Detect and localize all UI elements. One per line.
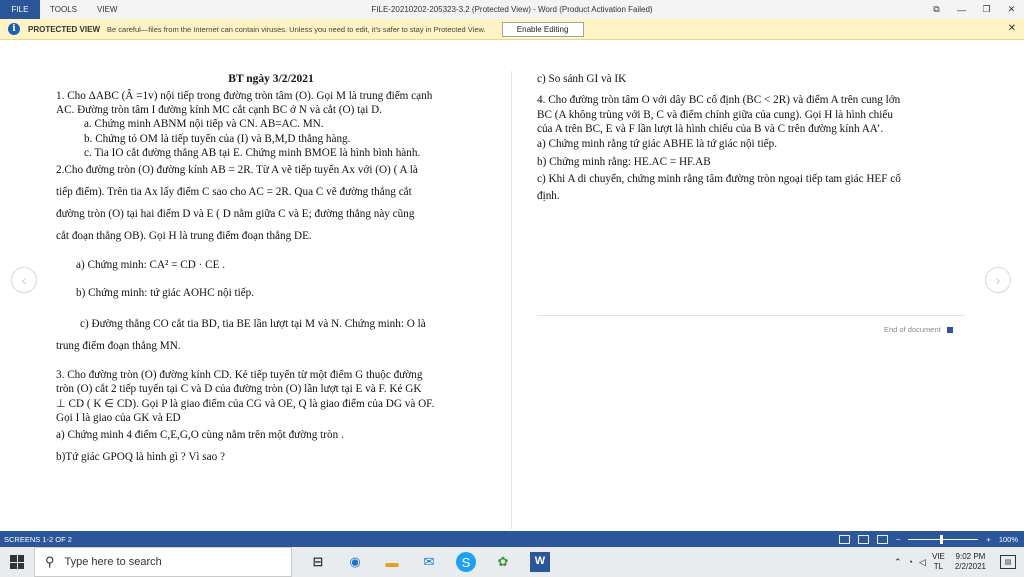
clock[interactable]: 9:02 PM 2/2/2021 xyxy=(955,552,986,573)
previous-screen-button[interactable]: ‹ xyxy=(11,267,37,293)
document-title: BT ngày 3/2/2021 xyxy=(228,73,314,85)
problem-4-line: 4. Cho đường tròn tâm O với dây BC cố đị… xyxy=(537,94,901,107)
problem-1-part-c: c. Tia IO cắt đường thẳng AB tại E. Chứn… xyxy=(84,147,421,160)
end-of-document-rule xyxy=(537,315,965,316)
problem-2-line: 2.Cho đường tròn (O) đường kính AB = 2R.… xyxy=(56,164,418,177)
document-area[interactable]: ‹ › BT ngày 3/2/2021 1. Cho ΔABC (Â =1v)… xyxy=(0,41,1024,531)
skype-icon[interactable]: S xyxy=(456,552,476,572)
problem-3-part-b: b)Tứ giác GPOQ là hình gì ? Vì sao ? xyxy=(56,451,225,464)
problem-4-line: BC (A không trùng với B, C và điểm chính… xyxy=(537,108,893,121)
problem-4-part-a: a) Chứng minh rằng tứ giác ABHE là tứ gi… xyxy=(537,138,778,151)
chevron-left-icon: ‹ xyxy=(21,272,27,288)
problem-2-part-b: b) Chứng minh: tứ giác AOHC nội tiếp. xyxy=(76,287,255,300)
network-icon[interactable]: ◔ xyxy=(908,557,913,567)
windows-logo-icon xyxy=(10,555,24,569)
file-explorer-icon[interactable]: ▬ xyxy=(382,552,402,572)
screens-indicator: SCREENS 1-2 OF 2 xyxy=(4,534,72,544)
problem-4-part-c: định. xyxy=(537,190,560,203)
chevron-up-icon[interactable]: ⌃ xyxy=(894,557,902,568)
enable-editing-button[interactable]: Enable Editing xyxy=(501,21,584,37)
close-icon[interactable]: ✕ xyxy=(999,0,1024,19)
problem-1-part-a: a. Chứng minh ABNM nội tiếp và CN. AB=AC… xyxy=(84,118,324,131)
window-title: FILE-20210202-205323-3.2 (Protected View… xyxy=(371,5,653,14)
protected-view-bar: i PROTECTED VIEW Be careful—files from t… xyxy=(0,19,1024,40)
problem-3-line: tròn (O) cắt 2 tiếp tuyến tại C và D của… xyxy=(56,383,422,396)
problem-2-part-c: trung điểm đoạn thẳng MN. xyxy=(56,340,181,353)
pinned-apps: ⊟ ◉ ▬ ✉ S ✿ W xyxy=(308,552,550,572)
problem-4-part-b: b) Chứng minh rằng: HE.AC = HF.AB xyxy=(537,155,711,168)
problem-3-part-c: c) So sánh GI và IK xyxy=(537,73,627,85)
search-icon: ⚲ xyxy=(45,554,55,569)
zoom-slider-thumb[interactable] xyxy=(940,534,944,544)
problem-1-line: AC. Đường tròn tâm I đường kính MC cắt c… xyxy=(56,104,382,117)
info-icon: i xyxy=(8,23,20,35)
restore-icon[interactable]: ⧉ xyxy=(924,0,949,19)
problem-1-part-b: b. Chứng tỏ OM là tiếp tuyến của (I) và … xyxy=(84,132,351,145)
problem-2-line: tiếp điểm). Trên tia Ax lấy điểm C sao c… xyxy=(56,186,412,199)
status-bar: SCREENS 1-2 OF 2 − + 100% xyxy=(0,531,1024,547)
app-icon[interactable]: ✿ xyxy=(493,552,513,572)
speaker-icon[interactable]: ◁ xyxy=(919,557,926,568)
taskbar-search[interactable]: ⚲ Type here to search xyxy=(34,547,292,577)
print-layout-icon[interactable] xyxy=(858,534,870,544)
clock-time: 9:02 PM xyxy=(955,551,986,561)
read-mode-icon[interactable] xyxy=(839,534,851,544)
zoom-level[interactable]: 100% xyxy=(999,535,1018,544)
problem-3-line: 3. Cho đường tròn (O) đường kính CD. Kẻ … xyxy=(56,369,423,382)
clock-date: 2/2/2021 xyxy=(954,562,986,571)
word-icon[interactable]: W xyxy=(530,552,550,572)
end-marker-icon xyxy=(946,326,953,333)
column-divider xyxy=(511,71,512,529)
right-page: c) So sánh GI và IK 4. Cho đường tròn tâ… xyxy=(537,72,977,206)
problem-2-part-c: c) Đường thẳng CO cắt tia BD, tia BE lần… xyxy=(80,318,426,331)
task-view-icon[interactable]: ⊟ xyxy=(308,552,328,572)
view-controls: − + 100% xyxy=(839,531,1018,547)
zoom-out-button[interactable]: − xyxy=(896,535,900,544)
problem-3-line: ⊥ CD ( K ∈ CD). Gọi P là giao điểm của C… xyxy=(56,397,435,410)
next-screen-button[interactable]: › xyxy=(985,267,1011,293)
tab-view[interactable]: VIEW xyxy=(87,0,127,19)
problem-1-line: 1. Cho ΔABC (Â =1v) nội tiếp trong đường… xyxy=(56,89,433,102)
left-page: BT ngày 3/2/2021 1. Cho ΔABC (Â =1v) nội… xyxy=(56,72,496,469)
zoom-slider[interactable] xyxy=(908,534,979,544)
search-placeholder: Type here to search xyxy=(64,556,162,568)
end-of-document: End of document xyxy=(884,325,953,334)
web-layout-icon[interactable] xyxy=(877,534,889,544)
problem-4-part-c: c) Khi A di chuyển, chứng minh rằng tâm … xyxy=(537,173,901,186)
problem-2-line: đường tròn (O) tại hai điểm D và E ( D n… xyxy=(56,208,415,221)
maximize-icon[interactable]: ❐ xyxy=(974,0,999,19)
edge-icon[interactable]: ◉ xyxy=(345,552,365,572)
window-controls: ⧉ — ❐ ✕ xyxy=(924,0,1024,19)
system-tray: ⌃ ◔ ◁ VIE TL 9:02 PM 2/2/2021 ▤ xyxy=(894,547,1024,577)
mail-icon[interactable]: ✉ xyxy=(419,552,439,572)
protected-view-label: PROTECTED VIEW xyxy=(28,24,101,34)
notification-icon[interactable]: ▤ xyxy=(1000,555,1016,569)
language-indicator[interactable]: VIE TL xyxy=(932,552,945,571)
protected-view-message: Be careful—files from the Internet can c… xyxy=(107,24,486,34)
problem-2-line: cắt đoạn thẳng OB). Gọi H là trung điểm … xyxy=(56,229,312,242)
zoom-in-button[interactable]: + xyxy=(986,535,990,544)
minimize-icon[interactable]: — xyxy=(949,0,974,19)
close-icon[interactable]: ✕ xyxy=(1008,23,1016,34)
tab-tools[interactable]: TOOLS xyxy=(40,0,87,19)
problem-3-part-a: a) Chứng minh 4 điểm C,E,G,O cùng nằm tr… xyxy=(56,429,344,442)
start-button[interactable] xyxy=(0,547,34,577)
tab-file[interactable]: FILE xyxy=(0,0,40,19)
chevron-right-icon: › xyxy=(995,272,1001,288)
problem-2-part-a: a) Chứng minh: CA² = CD · CE . xyxy=(76,258,226,271)
title-bar: FILE TOOLS VIEW FILE-20210202-205323-3.2… xyxy=(0,0,1024,19)
problem-3-line: Gọi I là giao của GK và ED xyxy=(56,412,181,425)
end-of-document-label: End of document xyxy=(884,325,941,334)
problem-4-line: của A trên BC, E và F lần lượt là hình c… xyxy=(537,122,884,135)
taskbar: ⚲ Type here to search ⊟ ◉ ▬ ✉ S ✿ W ⌃ ◔ … xyxy=(0,547,1024,577)
